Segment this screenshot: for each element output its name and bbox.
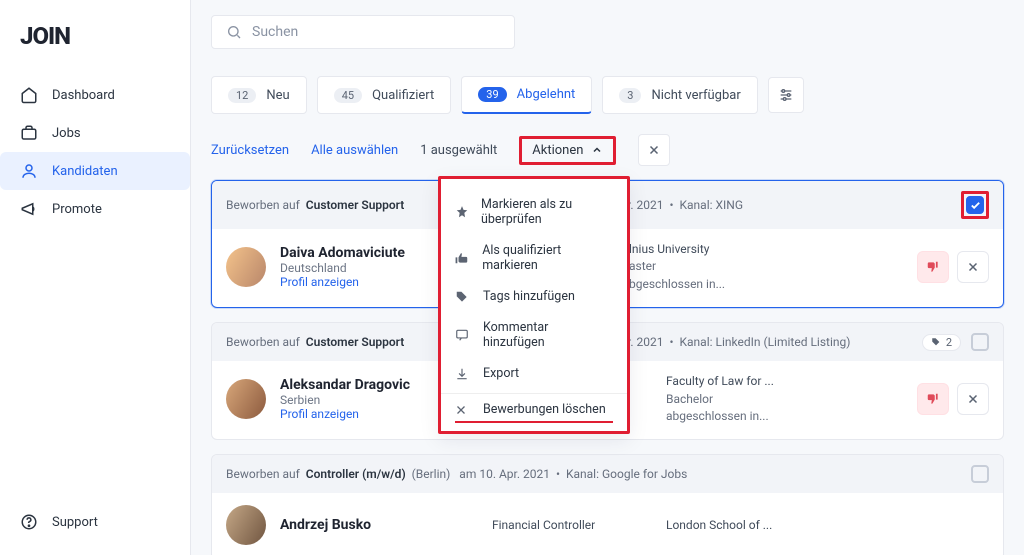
avatar bbox=[226, 505, 266, 545]
card-position: Controller (m/w/d) bbox=[306, 467, 406, 481]
thumbs-down-icon bbox=[926, 260, 940, 274]
comment-icon bbox=[455, 328, 469, 342]
star-icon bbox=[455, 205, 469, 219]
menu-mark-qualified[interactable]: Als qualifiziert markieren bbox=[441, 235, 627, 281]
badge-count: 2 bbox=[922, 334, 961, 351]
chevron-up-icon bbox=[591, 144, 603, 156]
nav-dashboard[interactable]: Dashboard bbox=[0, 76, 190, 114]
close-icon bbox=[455, 404, 467, 416]
menu-add-tags[interactable]: Tags hinzufügen bbox=[441, 281, 627, 312]
filter-settings-button[interactable] bbox=[768, 77, 804, 113]
nav-label: Jobs bbox=[52, 126, 81, 141]
avatar bbox=[226, 247, 266, 287]
filter-new[interactable]: 12Neu bbox=[211, 76, 307, 114]
tag-icon bbox=[455, 290, 469, 304]
search-input[interactable]: Suchen bbox=[211, 15, 515, 49]
actions-dropdown[interactable]: Aktionen bbox=[532, 143, 603, 158]
card-checkbox[interactable] bbox=[966, 196, 984, 214]
menu-export[interactable]: Export bbox=[441, 358, 627, 389]
highlight-underline bbox=[455, 421, 613, 423]
card-position: Customer Support bbox=[306, 198, 405, 212]
dismiss-button[interactable] bbox=[957, 383, 989, 415]
candidate-country: Deutschland bbox=[280, 261, 450, 275]
card-checkbox[interactable] bbox=[971, 333, 989, 351]
thumbs-up-icon bbox=[455, 251, 469, 265]
profile-link[interactable]: Profil anzeigen bbox=[280, 275, 450, 289]
actions-menu: Markieren als zu überprüfen Als qualifiz… bbox=[438, 176, 630, 434]
search-icon bbox=[226, 24, 242, 40]
filter-qualified[interactable]: 45Qualifiziert bbox=[317, 76, 452, 114]
card-position: Customer Support bbox=[306, 335, 405, 349]
thumbs-down-icon bbox=[926, 392, 940, 406]
close-icon bbox=[967, 261, 979, 273]
nav-jobs[interactable]: Jobs bbox=[0, 114, 190, 152]
nav-label: Promote bbox=[52, 202, 102, 217]
reset-selection[interactable]: Zurücksetzen bbox=[211, 143, 289, 158]
nav-label: Kandidaten bbox=[52, 164, 118, 179]
menu-delete-applications[interactable]: Bewerbungen löschen bbox=[441, 393, 627, 425]
nav-support[interactable]: Support bbox=[0, 503, 190, 541]
sliders-icon bbox=[778, 87, 794, 103]
candidate-country: Serbien bbox=[280, 393, 450, 407]
download-icon bbox=[455, 367, 469, 381]
close-selection-button[interactable] bbox=[638, 134, 670, 166]
help-icon bbox=[20, 513, 38, 531]
candidate-card[interactable]: Beworben auf Controller (m/w/d) (Berlin)… bbox=[211, 454, 1004, 555]
jobs-icon bbox=[20, 124, 38, 142]
logo: JOIN bbox=[0, 0, 190, 66]
search-placeholder: Suchen bbox=[252, 24, 298, 40]
reject-button[interactable] bbox=[917, 251, 949, 283]
nav-candidates[interactable]: Kandidaten bbox=[0, 152, 190, 190]
nav-promote[interactable]: Promote bbox=[0, 190, 190, 228]
megaphone-icon bbox=[20, 200, 38, 218]
filter-unavailable[interactable]: 3Nicht verfügbar bbox=[602, 76, 757, 114]
home-icon bbox=[20, 86, 38, 104]
filter-rejected[interactable]: 39Abgelehnt bbox=[461, 76, 592, 114]
selected-count: 1 ausgewählt bbox=[420, 143, 497, 158]
candidate-name: Aleksandar Dragovic bbox=[280, 377, 450, 393]
candidate-name: Andrzej Busko bbox=[280, 517, 450, 533]
close-icon bbox=[967, 393, 979, 405]
card-checkbox[interactable] bbox=[971, 465, 989, 483]
candidate-name: Daiva Adomaviciute bbox=[280, 245, 450, 261]
select-all[interactable]: Alle auswählen bbox=[311, 143, 398, 158]
tag-icon bbox=[931, 337, 941, 347]
reject-button[interactable] bbox=[917, 383, 949, 415]
nav-label: Dashboard bbox=[52, 88, 115, 103]
menu-add-comment[interactable]: Kommentar hinzufügen bbox=[441, 312, 627, 358]
dismiss-button[interactable] bbox=[957, 251, 989, 283]
user-icon bbox=[20, 162, 38, 180]
avatar bbox=[226, 379, 266, 419]
close-icon bbox=[648, 144, 660, 156]
menu-mark-review[interactable]: Markieren als zu überprüfen bbox=[441, 189, 627, 235]
profile-link[interactable]: Profil anzeigen bbox=[280, 407, 450, 421]
nav-label: Support bbox=[52, 515, 98, 530]
